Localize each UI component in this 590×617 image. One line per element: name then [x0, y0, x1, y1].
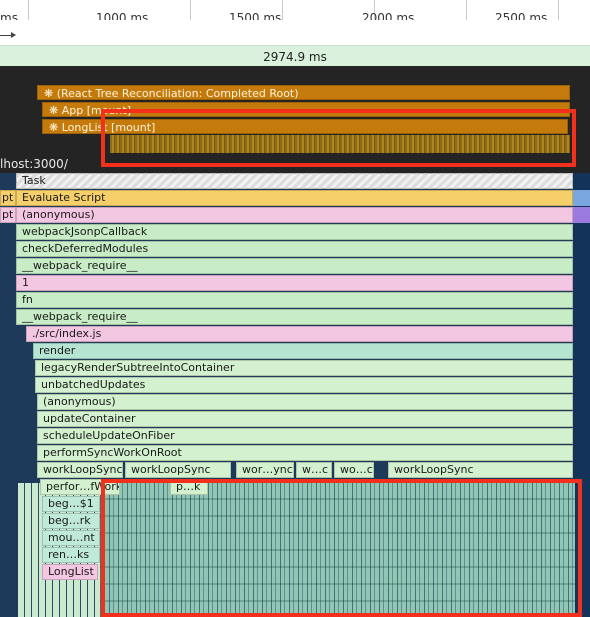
highlight-box-flame [101, 479, 582, 617]
left-cell-anon[interactable]: pt [0, 207, 16, 223]
selection-range[interactable]: 2974.9 ms [0, 45, 590, 68]
ruler-tick [28, 0, 29, 20]
timing-react-tree-reconciliation[interactable]: ❋ (React Tree Reconciliation: Completed … [37, 85, 570, 100]
flame-work-loop-sync[interactable]: w…c [296, 462, 332, 478]
flame-update-container[interactable]: updateContainer [37, 411, 573, 427]
ruler-tick [558, 0, 559, 20]
ruler-tick [466, 0, 467, 20]
flame-legacy-render-subtree[interactable]: legacyRenderSubtreeIntoContainer [35, 360, 573, 376]
side-bar-script [573, 190, 590, 206]
flame-webpack-require-2[interactable]: __webpack_require__ [16, 309, 573, 325]
flame-anonymous-2[interactable]: (anonymous) [37, 394, 573, 410]
flame-longlist[interactable]: LongList [42, 564, 98, 580]
flame-evaluate-script[interactable]: Evaluate Script [16, 190, 573, 206]
flame-check-deferred-modules[interactable]: checkDeferredModules [16, 241, 573, 257]
ruler-tick [190, 0, 191, 20]
flame-schedule-update-on-fiber[interactable]: scheduleUpdateOnFiber [37, 428, 573, 444]
flame-webpack-jsonp-callback[interactable]: webpackJsonpCallback [16, 224, 573, 240]
overview-strip[interactable] [0, 20, 590, 45]
highlight-box-timings [101, 109, 576, 167]
flame-work-loop-sync[interactable]: workLoopSync [125, 462, 231, 478]
flame-perform-sync-work-on-root[interactable]: performSyncWorkOnRoot [37, 445, 573, 461]
flame-work-loop-sync[interactable]: wor…ync [236, 462, 294, 478]
flame-work-loop-sync[interactable]: workLoopSync [388, 462, 573, 478]
selection-duration: 2974.9 ms [263, 50, 327, 64]
flame-one[interactable]: 1 [16, 275, 573, 291]
flame-task[interactable]: Task [16, 173, 573, 189]
left-cell-script[interactable]: pt [0, 190, 16, 206]
flame-anonymous[interactable]: (anonymous) [16, 207, 573, 223]
side-bar-anon [573, 207, 590, 223]
flame-unbatched-updates[interactable]: unbatchedUpdates [35, 377, 573, 393]
flame-work-loop-sync[interactable]: wo…c [334, 462, 374, 478]
flame-begin-work-1[interactable]: beg…$1 [42, 496, 100, 512]
flame-src-index-js[interactable]: ./src/index.js [26, 326, 573, 342]
timeline-ruler[interactable]: ms 1000 ms 1500 ms 2000 ms 2500 ms [0, 0, 590, 25]
ruler-tick [282, 0, 283, 20]
url-label: lhost:3000/ [0, 157, 68, 171]
flame-webpack-require[interactable]: __webpack_require__ [16, 258, 573, 274]
range-arrow-icon [11, 32, 16, 38]
flame-fn[interactable]: fn [16, 292, 573, 308]
flame-begin-work[interactable]: beg…rk [42, 513, 100, 529]
flame-mount-indeterminate-component[interactable]: mou…nt [42, 530, 100, 546]
flame-render-with-hooks[interactable]: ren…ks [42, 547, 100, 563]
flame-work-loop-sync[interactable]: workLoopSync [37, 462, 123, 478]
flame-render[interactable]: render [33, 343, 573, 359]
